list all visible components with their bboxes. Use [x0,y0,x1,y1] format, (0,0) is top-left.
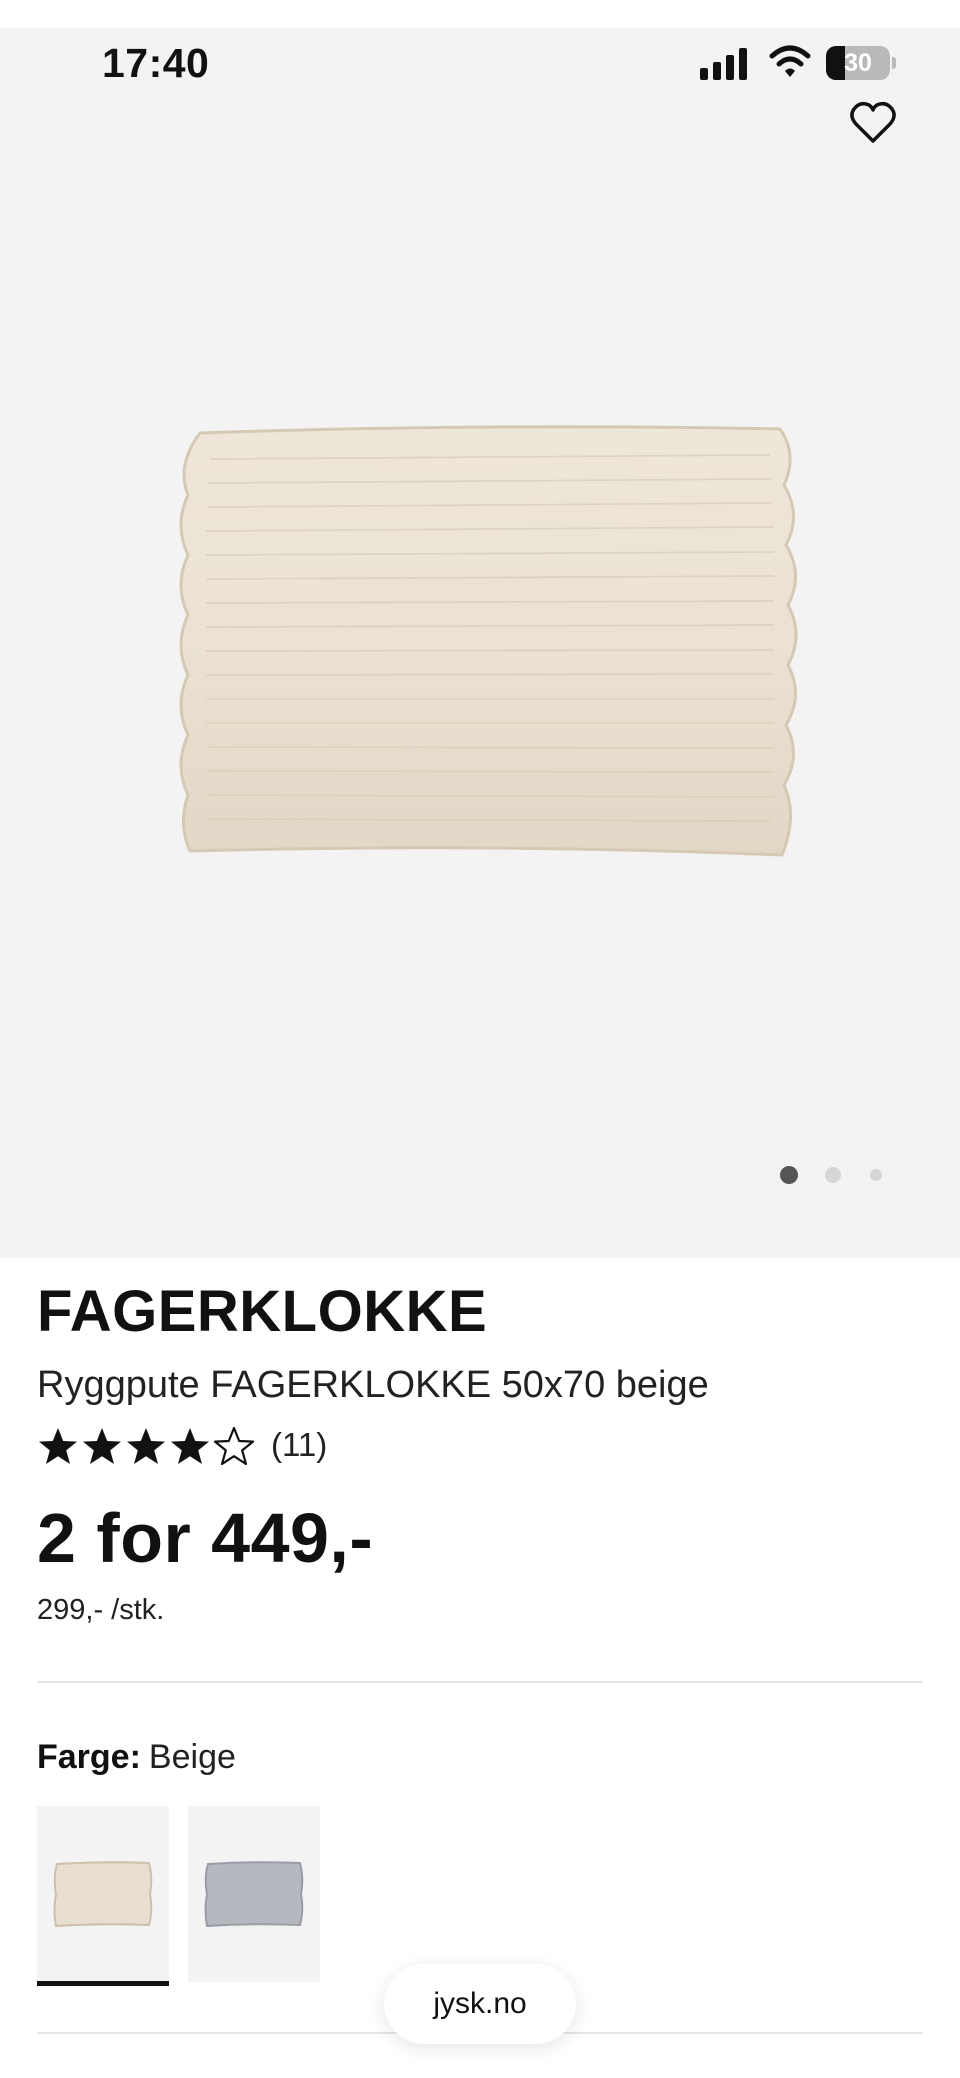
signal-icon [700,48,747,80]
color-label: Farge: [37,1738,141,1776]
gallery-dot-1[interactable] [780,1166,798,1184]
product-subtitle: Ryggpute FAGERKLOKKE 50x70 beige [37,1364,709,1406]
star-empty-icon [213,1426,255,1466]
star-filled-icon [127,1428,165,1464]
color-selector-label: Farge: Beige [37,1738,236,1777]
swatch-image-beige [53,1861,153,1928]
battery-level: 30 [844,49,872,77]
color-selected-value: Beige [148,1738,236,1776]
product-image-gallery[interactable] [0,0,960,1258]
color-swatch-beige[interactable] [37,1806,169,1986]
swatch-image-grey [204,1861,304,1928]
gallery-dot-2[interactable] [825,1167,841,1183]
status-time: 17:40 [102,40,210,86]
color-swatch-grey[interactable] [188,1806,320,1982]
divider [37,1681,923,1683]
star-filled-icon [83,1428,121,1464]
unit-price: 299,- /stk. [37,1594,165,1626]
battery-icon: 30 [826,46,896,80]
star-filled-icon [39,1428,77,1464]
gallery-dot-3[interactable] [870,1169,882,1181]
selected-swatch-indicator [37,1981,169,1986]
product-price: 2 for 449,- [37,1499,374,1577]
product-brand: FAGERKLOKKE [37,1279,488,1344]
product-image [179,425,798,857]
battery-body: 30 [826,46,890,80]
wifi-icon [769,45,811,77]
review-count: (11) [271,1426,328,1463]
star-filled-icon [171,1428,209,1464]
top-strip [0,0,960,28]
browser-url-bar[interactable]: jysk.no [384,1964,576,2044]
heart-icon[interactable] [848,98,898,148]
battery-cap [892,57,896,69]
